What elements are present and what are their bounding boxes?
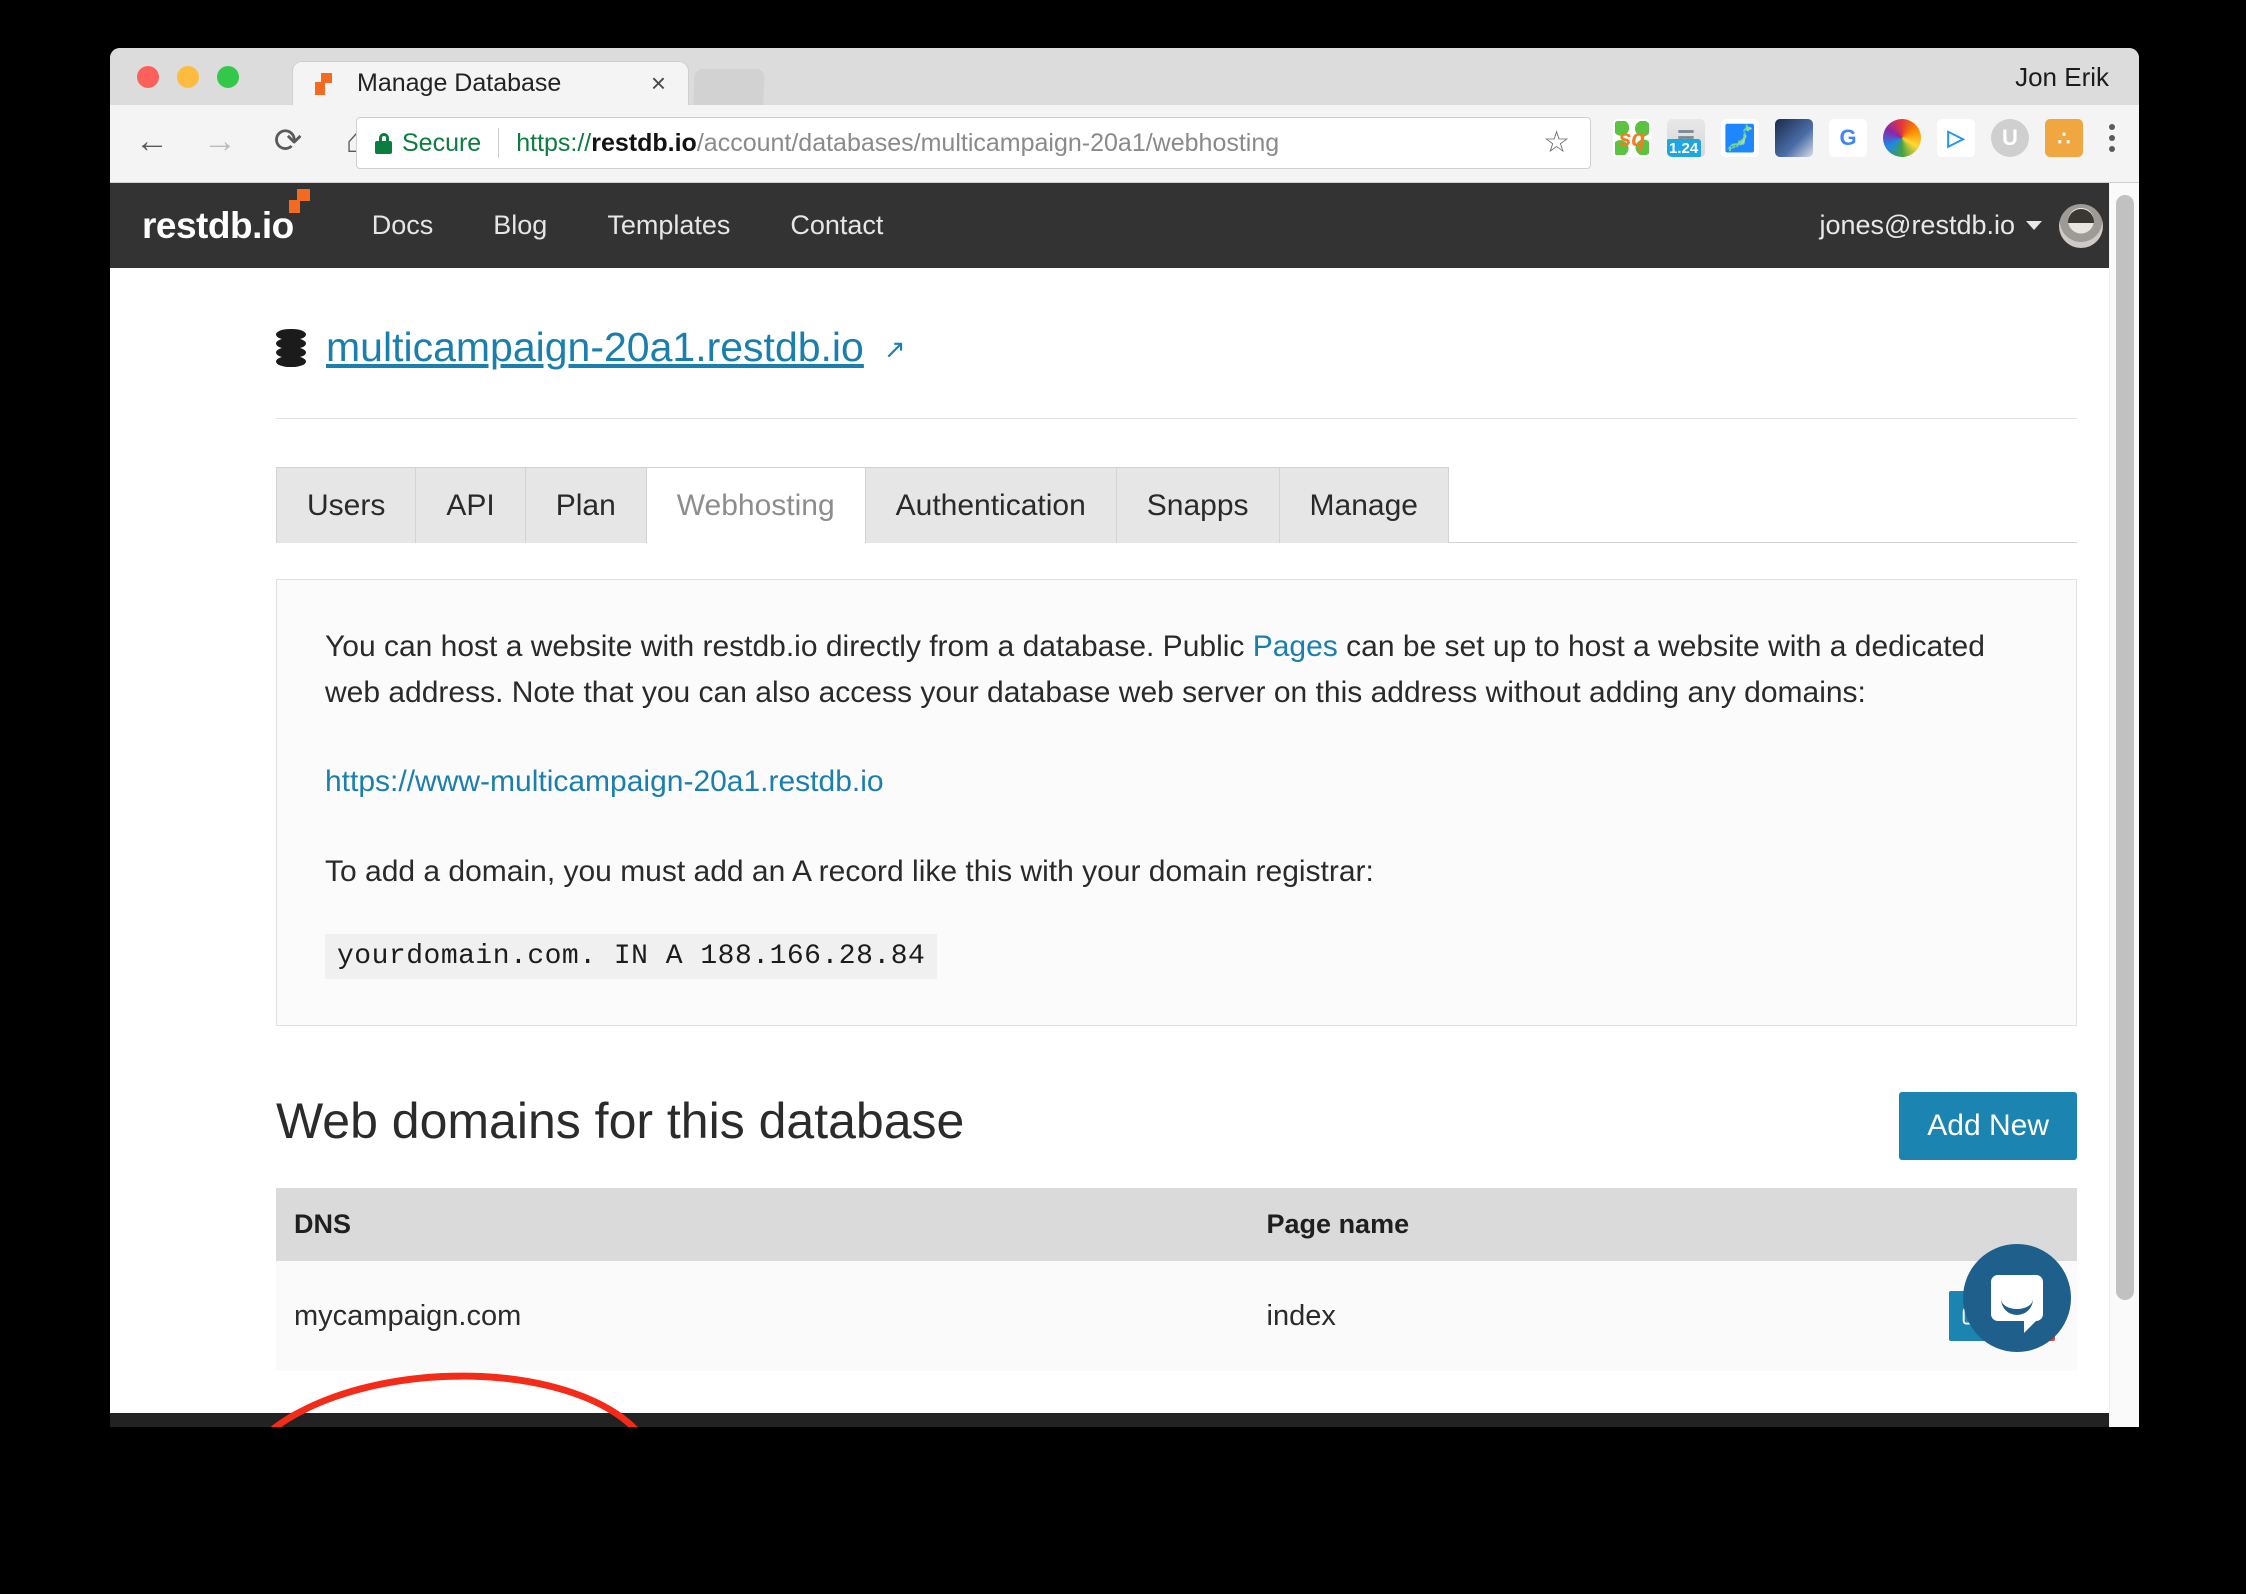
bookmark-star-icon[interactable]: ☆ (1543, 128, 1570, 158)
nav-link-blog[interactable]: Blog (463, 210, 577, 241)
a-record-instruction: To add a domain, you must add an A recor… (325, 854, 1374, 888)
new-tab-button[interactable] (693, 69, 765, 105)
account-email-label: jones@restdb.io (1819, 210, 2015, 240)
url-text: https://restdb.io/account/databases/mult… (516, 129, 1279, 158)
address-bar[interactable]: Secure https://restdb.io/account/databas… (356, 117, 1591, 169)
table-header-row: DNS Page name (276, 1188, 2077, 1262)
hosting-url-paragraph: https://www-multicampaign-20a1.restdb.io (325, 759, 2028, 805)
extensions-bar: sq ☰ 1.24 🗾 G ▷ U ∴ (1613, 119, 2119, 157)
squarespace-extension-icon[interactable]: sq (1613, 119, 1651, 157)
cell-page-name: index (1248, 1261, 1897, 1372)
security-indicator: Secure (357, 129, 481, 158)
reload-icon[interactable]: ⟳ (266, 119, 310, 163)
forward-icon[interactable]: → (198, 119, 242, 163)
tab-strip: Manage Database × (293, 62, 765, 105)
add-new-button[interactable]: Add New (1899, 1092, 2077, 1161)
tab-authentication[interactable]: Authentication (864, 467, 1117, 543)
browser-toolbar: ← → ⟳ ⌂ Secure https://restdb.io/account… (110, 105, 2139, 183)
tab-manage[interactable]: Manage (1278, 467, 1449, 543)
window-user-label: Jon Erik (2015, 62, 2109, 92)
restdb-favicon-icon (313, 72, 335, 95)
restdb-logo[interactable]: restdb.io (142, 188, 310, 247)
webhosting-info-panel: You can host a website with restdb.io di… (276, 579, 2077, 1027)
column-header-actions (1896, 1188, 2077, 1262)
settings-tabs: Users API Plan Webhosting Authentication… (276, 467, 2077, 543)
omnibox-divider (498, 128, 500, 158)
table-row[interactable]: mycampaign.com index (276, 1261, 2077, 1372)
back-icon[interactable]: ← (130, 119, 174, 163)
intercom-chat-launcher[interactable] (1963, 1244, 2071, 1352)
site-navbar: restdb.io Docs Blog Templates Contact jo… (110, 183, 2139, 268)
traffic-lights (137, 66, 239, 88)
tab-webhosting[interactable]: Webhosting (645, 467, 866, 543)
url-host: restdb.io (591, 128, 697, 157)
web-domains-table: DNS Page name mycampaign.com index (276, 1188, 2077, 1372)
minimize-window-button[interactable] (177, 66, 199, 88)
tab-users[interactable]: Users (276, 467, 417, 543)
url-path: /account/databases/multicampaign-20a1/we… (696, 128, 1280, 157)
browser-tab-manage-database[interactable]: Manage Database × (293, 62, 688, 105)
hosting-url-link[interactable]: https://www-multicampaign-20a1.restdb.io (325, 765, 884, 798)
colorpicker-extension-icon[interactable] (1883, 119, 1921, 157)
url-scheme: https:// (516, 128, 592, 157)
tab-api[interactable]: API (415, 467, 526, 543)
page-content: multicampaign-20a1.restdb.io ↗ Users API… (110, 268, 2139, 1372)
domains-section-header: Web domains for this database Add New (276, 1092, 2077, 1161)
database-title-row: multicampaign-20a1.restdb.io ↗ (276, 268, 2077, 371)
lock-icon (375, 132, 392, 154)
title-divider (276, 418, 2077, 419)
chat-bubble-icon (1991, 1275, 2043, 1333)
page-viewport: restdb.io Docs Blog Templates Contact jo… (110, 183, 2139, 1427)
close-window-button[interactable] (137, 66, 159, 88)
avatar[interactable] (2059, 203, 2103, 248)
share-extension-icon[interactable]: ∴ (2045, 119, 2083, 157)
version-badge-extension-icon[interactable]: ☰ 1.24 (1667, 119, 1705, 157)
description-part1: You can host a website with restdb.io di… (325, 630, 1253, 663)
column-header-dns[interactable]: DNS (276, 1188, 1249, 1262)
tag-extension-icon[interactable]: ▷ (1937, 119, 1975, 157)
database-title-link[interactable]: multicampaign-20a1.restdb.io (326, 324, 864, 371)
page-scrollbar[interactable] (2109, 183, 2139, 1427)
account-menu[interactable]: jones@restdb.io (1819, 203, 2103, 248)
secure-label: Secure (402, 128, 482, 157)
window-bottom-strip (110, 1413, 2139, 1427)
domains-section-title: Web domains for this database (276, 1093, 965, 1150)
browser-window: Manage Database × Jon Erik ← → ⟳ ⌂ Secur… (110, 48, 2139, 1427)
nav-link-templates[interactable]: Templates (577, 210, 760, 241)
external-link-icon[interactable]: ↗ (884, 334, 906, 365)
pages-link[interactable]: Pages (1253, 630, 1338, 663)
table-header: DNS Page name (276, 1188, 2077, 1262)
restdb-logo-text: restdb.io (142, 204, 294, 246)
maximize-window-button[interactable] (217, 66, 239, 88)
nav-link-contact[interactable]: Contact (760, 210, 913, 241)
scrollbar-thumb[interactable] (2116, 195, 2134, 1300)
column-header-page-name[interactable]: Page name (1248, 1188, 1897, 1262)
browser-menu-icon[interactable] (2105, 124, 2119, 152)
cell-dns: mycampaign.com (276, 1261, 1249, 1372)
close-tab-icon[interactable]: × (651, 70, 666, 97)
webhosting-description: You can host a website with restdb.io di… (325, 624, 2028, 715)
evernote-extension-icon[interactable]: 🗾 (1721, 119, 1759, 157)
speedtest-extension-icon[interactable] (1775, 119, 1813, 157)
nav-link-docs[interactable]: Docs (342, 210, 464, 241)
database-icon (276, 328, 306, 367)
tab-plan[interactable]: Plan (524, 467, 647, 543)
tab-snapps[interactable]: Snapps (1115, 467, 1280, 543)
site-nav-links: Docs Blog Templates Contact (342, 210, 914, 241)
table-body: mycampaign.com index (276, 1261, 2077, 1372)
extension-version-badge: 1.24 (1667, 139, 1702, 157)
chevron-down-icon (2026, 221, 2042, 230)
google-translate-extension-icon[interactable]: G (1829, 119, 1867, 157)
a-record-code: yourdomain.com. IN A 188.166.28.84 (325, 934, 938, 980)
navigation-buttons: ← → ⟳ ⌂ (130, 119, 378, 163)
browser-tab-title: Manage Database (357, 69, 562, 97)
window-titlebar: Manage Database × Jon Erik (110, 48, 2139, 105)
ublock-extension-icon[interactable]: U (1991, 119, 2029, 157)
restdb-logo-mark-icon (288, 188, 310, 213)
